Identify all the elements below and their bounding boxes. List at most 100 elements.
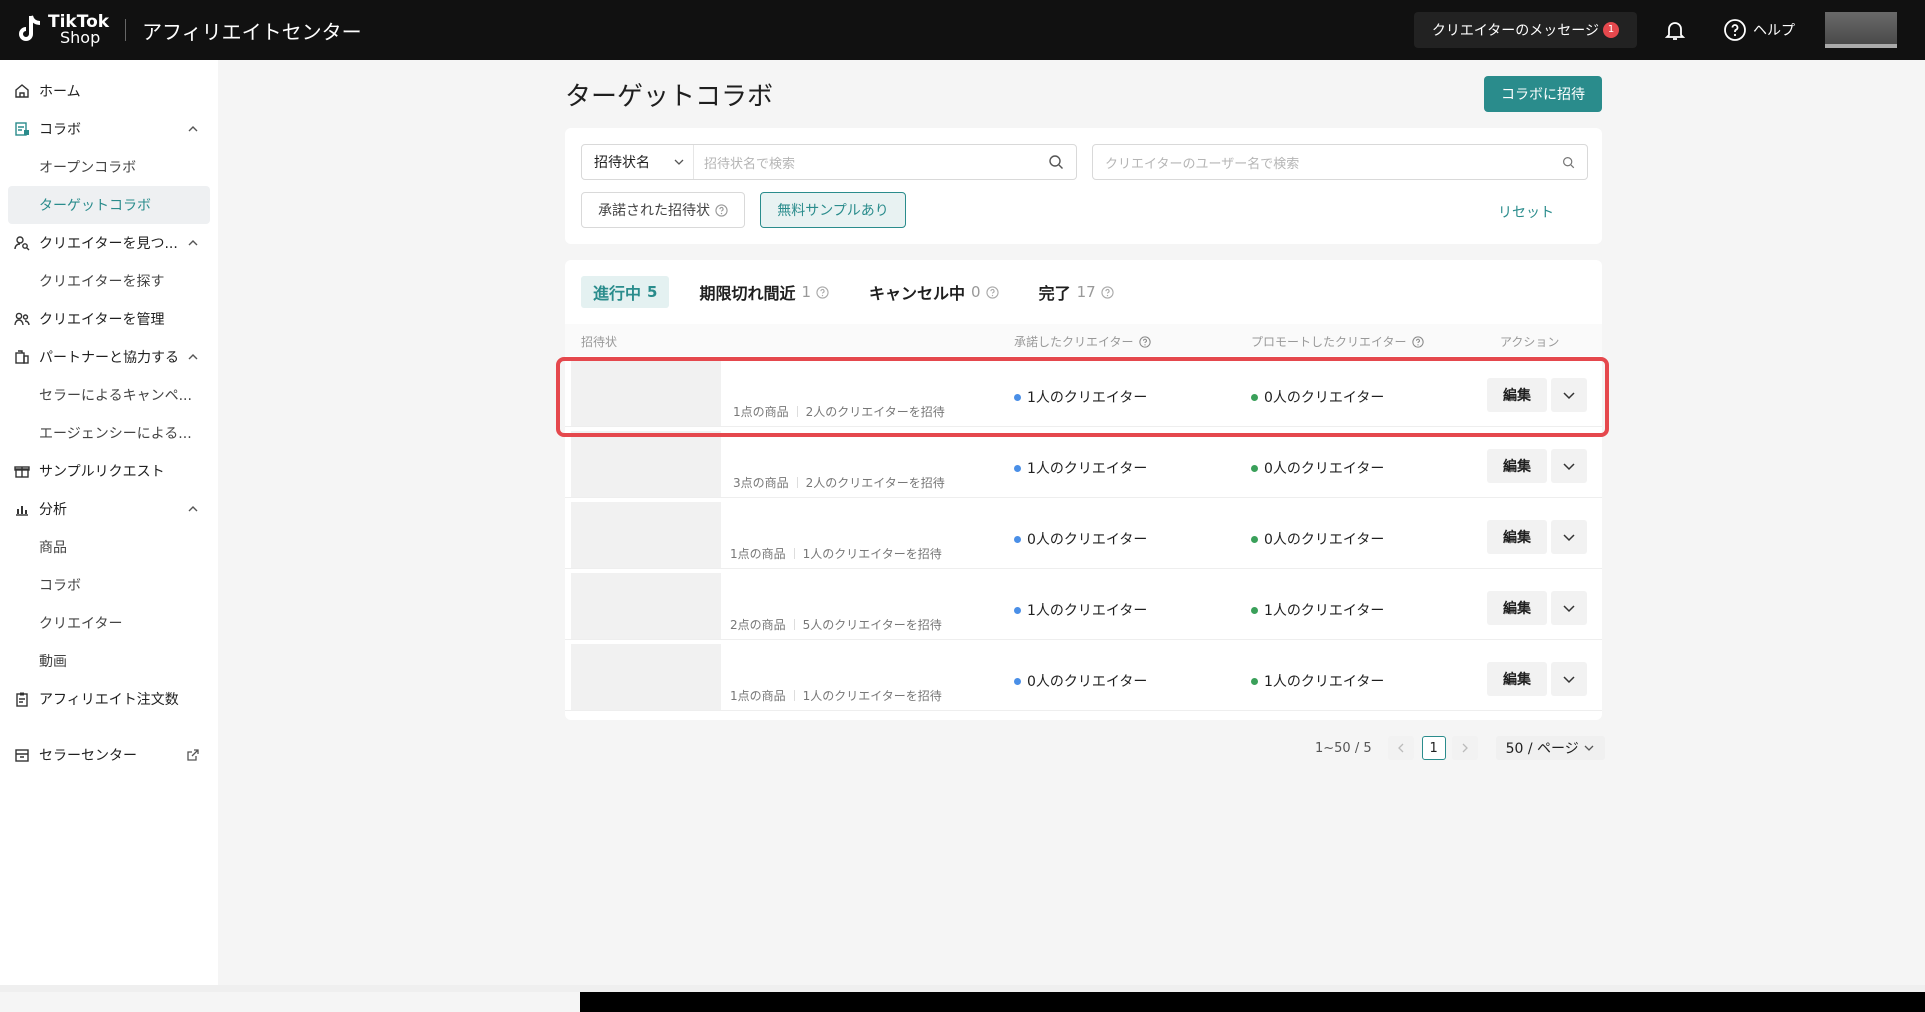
question-icon (816, 285, 829, 299)
promoted-creators: 1人のクリエイター (1264, 603, 1385, 619)
table-header: 招待状 承諾したクリエイター プロモートしたクリエイター アクション (565, 324, 1602, 356)
more-actions-button[interactable] (1551, 520, 1587, 554)
sidebar-item-collab-analytics[interactable]: コラボ (0, 566, 218, 604)
sidebar-item-collab[interactable]: コラボ (0, 110, 218, 148)
invite-collab-button[interactable]: コラボに招待 (1484, 76, 1602, 112)
edit-button[interactable]: 編集 (1487, 378, 1547, 412)
bell-icon[interactable] (1663, 18, 1687, 42)
column-header-label: プロモートしたクリエイター (1251, 335, 1407, 349)
help-button[interactable]: ヘルプ (1723, 18, 1795, 42)
invitation-meta: 3点の商品 2人のクリエイターを招待 (733, 474, 945, 491)
sidebar-item-partners[interactable]: パートナーと協力する (0, 338, 218, 376)
sidebar-item-analytics[interactable]: 分析 (0, 490, 218, 528)
sidebar-item-videos[interactable]: 動画 (0, 642, 218, 680)
status-dot (1251, 393, 1258, 401)
creator-messages-button[interactable]: クリエイターのメッセージ 1 (1413, 12, 1637, 48)
more-actions-button[interactable] (1551, 449, 1587, 483)
invitation-meta: 1点の商品 2人のクリエイターを招待 (733, 403, 945, 420)
search-icon[interactable] (1048, 154, 1064, 170)
clipboard-icon (14, 691, 30, 707)
more-actions-button[interactable] (1551, 378, 1587, 412)
reset-button[interactable]: リセット (1498, 202, 1554, 222)
messages-badge: 1 (1603, 22, 1619, 38)
page-size-select[interactable]: 50 / ページ (1495, 736, 1605, 760)
edit-button[interactable]: 編集 (1487, 520, 1547, 554)
sidebar-item-label: サンプルリクエスト (39, 464, 165, 480)
column-header-label: 承諾したクリエイター (1014, 335, 1134, 349)
more-actions-button[interactable] (1551, 662, 1587, 696)
page-number-current[interactable]: 1 (1421, 736, 1446, 760)
status-tabs: 進行中 5 期限切れ間近 1 キャンセル中 0 完了 17 (581, 276, 1154, 308)
sidebar-item-label: クリエイターを管理 (39, 312, 165, 328)
product-count: 3点の商品 (733, 476, 789, 490)
sidebar-item-agency[interactable]: エージェンシーによる... (0, 414, 218, 452)
product-count: 2点の商品 (730, 618, 786, 632)
tab-label: 期限切れ間近 (699, 284, 796, 303)
sidebar-item-open-collab[interactable]: オープンコラボ (0, 148, 218, 186)
sidebar-item-products[interactable]: 商品 (0, 528, 218, 566)
sidebar-item-find-creators[interactable]: クリエイターを見つ... (0, 224, 218, 262)
chevron-down-icon (1563, 605, 1575, 613)
avatar[interactable] (1825, 12, 1897, 48)
sidebar-item-seller-center[interactable]: セラーセンター (0, 736, 218, 774)
top-bar: TikTok Shop アフィリエイトセンター クリエイターのメッセージ 1 ヘ… (0, 0, 1925, 60)
table-row[interactable]: 1点の商品 2人のクリエイターを招待 1人のクリエイター 0人のクリエイター 編… (565, 356, 1602, 427)
pagination-range: 1~50 / 5 (1315, 740, 1372, 756)
page-title: ターゲットコラボ (565, 82, 774, 112)
tab-in-progress[interactable]: 進行中 5 (581, 276, 670, 308)
sidebar-item-affiliate-orders[interactable]: アフィリエイト注文数 (0, 680, 218, 718)
edit-button[interactable]: 編集 (1487, 591, 1547, 625)
accepted-creators: 0人のクリエイター (1027, 532, 1148, 548)
sidebar-item-creators[interactable]: クリエイター (0, 604, 218, 642)
search-field-select-value: 招待状名 (594, 155, 650, 171)
sidebar-item-home[interactable]: ホーム (0, 72, 218, 110)
building-icon (14, 349, 30, 365)
pagination: 1~50 / 5 1 50 / ページ (1315, 736, 1605, 760)
creator-username-search-input[interactable]: クリエイターのユーザー名で検索 (1092, 144, 1588, 180)
status-dot (1014, 464, 1021, 472)
accepted-invitations-filter-chip[interactable]: 承諾された招待状 (581, 192, 745, 228)
table-row[interactable]: 1点の商品 1人のクリエイターを招待 0人のクリエイター 1人のクリエイター 編… (565, 640, 1602, 711)
tab-completed[interactable]: 完了 17 (1039, 276, 1114, 308)
sidebar-item-sample-requests[interactable]: サンプルリクエスト (0, 452, 218, 490)
sidebar-item-label: ホーム (39, 84, 81, 100)
edit-button[interactable]: 編集 (1487, 449, 1547, 483)
table-row[interactable]: 1点の商品 1人のクリエイターを招待 0人のクリエイター 0人のクリエイター 編… (565, 498, 1602, 569)
tab-label: キャンセル中 (869, 284, 966, 303)
edit-button[interactable]: 編集 (1487, 662, 1547, 696)
chevron-down-icon (1584, 745, 1594, 751)
sidebar-item-label: クリエイターを見つ... (39, 236, 178, 252)
sidebar-item-manage-creators[interactable]: クリエイターを管理 (0, 300, 218, 338)
table-row[interactable]: 2点の商品 5人のクリエイターを招待 1人のクリエイター 1人のクリエイター 編… (565, 569, 1602, 640)
user-search-icon (14, 235, 30, 251)
accepted-creators: 0人のクリエイター (1027, 674, 1148, 690)
chevron-up-icon (188, 506, 198, 512)
tiktok-shop-logo[interactable]: TikTok Shop (14, 13, 109, 47)
search-icon[interactable] (1562, 156, 1575, 169)
invitation-thumbnail (571, 431, 721, 497)
invited-count: 2人のクリエイターを招待 (805, 476, 945, 490)
promoted-creators: 1人のクリエイター (1264, 674, 1385, 690)
search-field-select[interactable]: 招待状名 (582, 145, 694, 179)
sidebar-item-search-creators[interactable]: クリエイターを探す (0, 262, 218, 300)
question-icon (985, 285, 999, 299)
chevron-down-icon (1563, 463, 1575, 471)
status-dot (1251, 535, 1258, 543)
users-icon (14, 311, 30, 327)
question-icon (1411, 335, 1424, 348)
sidebar-item-label: セラーセンター (39, 748, 137, 764)
tab-expiring-soon[interactable]: 期限切れ間近 1 (699, 276, 829, 308)
prev-page-button[interactable] (1387, 736, 1414, 760)
more-actions-button[interactable] (1551, 591, 1587, 625)
chevron-up-icon (188, 354, 198, 360)
invitation-name-search-input[interactable]: 招待状名で検索 (694, 145, 1076, 179)
table-row[interactable]: 3点の商品 2人のクリエイターを招待 1人のクリエイター 0人のクリエイター 編… (565, 427, 1602, 498)
accepted-creators-cell: 0人のクリエイター (1014, 671, 1147, 691)
sidebar-item-target-collab[interactable]: ターゲットコラボ (8, 186, 210, 224)
next-page-button[interactable] (1451, 736, 1478, 760)
tab-count: 0 (971, 283, 981, 301)
sidebar-item-seller-campaign[interactable]: セラーによるキャンペ... (0, 376, 218, 414)
product-count: 1点の商品 (733, 405, 789, 419)
free-sample-filter-chip[interactable]: 無料サンプルあり (760, 192, 906, 228)
tab-cancelling[interactable]: キャンセル中 0 (869, 276, 999, 308)
